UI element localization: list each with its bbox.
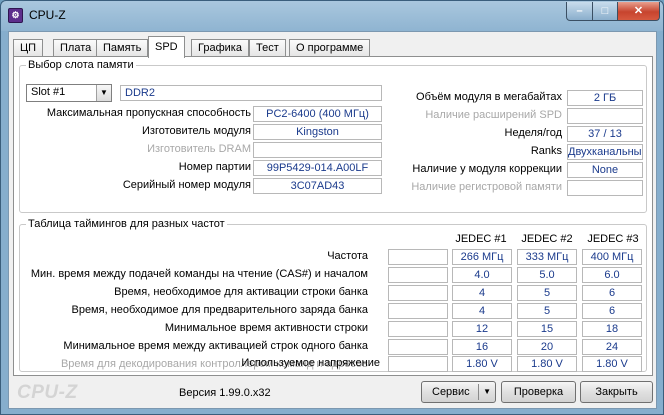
timing-cell: 20 <box>517 339 577 355</box>
voltage-cell: 1.80 V <box>452 356 512 372</box>
timing-cell: 15 <box>517 321 577 337</box>
timings-group: Таблица таймингов для разных частот JEDE… <box>19 218 647 372</box>
timing-blank-cell <box>388 267 448 283</box>
max-bandwidth-value: PC2-6400 (400 МГц) <box>253 106 382 122</box>
timing-blank-cell <box>388 321 448 337</box>
slot-select[interactable]: Slot #1 ▼ <box>26 84 112 102</box>
jedec-column-header: JEDEC #1 <box>455 233 507 245</box>
maximize-button[interactable]: □ <box>592 2 618 21</box>
voltage-cell: 1.80 V <box>517 356 577 372</box>
footer-bar: CPU-Z Версия 1.99.0.x32 Сервис ▼ Проверк… <box>9 378 656 408</box>
timing-row-label: Минимальное время активности строки <box>164 322 368 334</box>
slot-select-value: Slot #1 <box>31 86 66 98</box>
minimize-button[interactable]: – <box>566 2 593 21</box>
cpuz-window: ⚙ CPU-Z – □ ✕ ЦП Плата Память SPD График… <box>0 0 664 415</box>
chevron-down-icon[interactable]: ▼ <box>96 85 111 101</box>
registered-value <box>567 180 643 196</box>
timing-cell: 12 <box>452 321 512 337</box>
cpuz-brand-logo: CPU-Z <box>17 382 78 403</box>
serial-number-value: 3C07AD43 <box>253 178 382 194</box>
timing-cell: 6 <box>582 303 642 319</box>
jedec-column-header: JEDEC #3 <box>587 233 639 245</box>
timing-cell: 5.0 <box>517 267 577 283</box>
chevron-down-icon[interactable]: ▼ <box>483 382 491 402</box>
split-divider <box>478 384 479 400</box>
client-area: ЦП Плата Память SPD Графика Тест О прогр… <box>8 31 657 409</box>
field-label: Изготовитель модуля <box>142 125 251 137</box>
timing-row-label: Время, необходимое для активации строки … <box>114 286 368 298</box>
field-label: Серийный номер модуля <box>122 179 251 191</box>
field-label: Объём модуля в мегабайтах <box>416 91 562 103</box>
timing-cell: 4.0 <box>452 267 512 283</box>
field-label: Ranks <box>530 145 562 157</box>
timing-blank-cell <box>388 339 448 355</box>
module-size-value: 2 ГБ <box>567 90 643 106</box>
timing-cell: 16 <box>452 339 512 355</box>
dram-manufacturer-value <box>253 142 382 158</box>
tab-memory[interactable]: Память <box>96 39 149 57</box>
timing-row-label: Минимальное время между активацией строк… <box>63 340 368 352</box>
timing-blank-cell <box>388 249 448 265</box>
timing-cell: 24 <box>582 339 642 355</box>
part-number-value: 99P5429-014.A00LF <box>253 160 382 176</box>
timing-blank-cell <box>388 303 448 319</box>
timing-row-label: Частота <box>327 250 368 262</box>
service-button[interactable]: Сервис ▼ <box>421 381 496 403</box>
tab-bench[interactable]: Тест <box>249 39 286 57</box>
timing-cell: 5 <box>517 303 577 319</box>
timing-cell: 4 <box>452 285 512 301</box>
timing-cell: 266 МГц <box>452 249 512 265</box>
close-window-button[interactable]: ✕ <box>617 2 660 21</box>
field-label: Наличие у модуля коррекции <box>412 163 562 175</box>
timing-cell: 5 <box>517 285 577 301</box>
timing-cell: 6 <box>582 285 642 301</box>
field-label: Наличие регистровой памяти <box>411 181 562 193</box>
timing-row-label: Время, необходимое для предварительного … <box>71 304 368 316</box>
title-bar[interactable]: ⚙ CPU-Z – □ ✕ <box>1 1 663 31</box>
timing-blank-cell <box>388 285 448 301</box>
window-title: CPU-Z <box>29 8 66 22</box>
tab-about[interactable]: О программе <box>289 39 371 57</box>
ranks-value: Двухканальный <box>567 144 643 160</box>
tab-cpu[interactable]: ЦП <box>13 39 44 57</box>
service-button-label: Сервис <box>432 386 470 398</box>
tab-mainboard[interactable]: Плата <box>53 39 99 57</box>
timing-row-label: Используемое напряжение <box>241 357 380 369</box>
timings-group-title: Таблица таймингов для разных частот <box>26 218 227 230</box>
field-label: Неделя/год <box>504 127 563 139</box>
cpuz-app-icon[interactable]: ⚙ <box>8 8 23 23</box>
slot-group-title: Выбор слота памяти <box>26 59 136 71</box>
validate-button[interactable]: Проверка <box>501 381 576 403</box>
field-label: Наличие расширений SPD <box>425 109 562 121</box>
spd-ext-value <box>567 108 643 124</box>
version-label: Версия 1.99.0.x32 <box>179 387 271 399</box>
voltage-cell: 1.80 V <box>582 356 642 372</box>
field-label: Изготовитель DRAM <box>147 143 251 155</box>
timing-cell: 18 <box>582 321 642 337</box>
timing-blank-cell <box>388 356 448 372</box>
timing-cell: 400 МГц <box>582 249 642 265</box>
module-manufacturer-value: Kingston <box>253 124 382 140</box>
timing-cell: 6.0 <box>582 267 642 283</box>
slot-group: Выбор слота памяти Slot #1 ▼ DDR2 Максим… <box>19 59 647 213</box>
field-label: Максимальная пропускная способность <box>46 107 251 119</box>
jedec-column-header: JEDEC #2 <box>521 233 573 245</box>
memory-type-value: DDR2 <box>120 85 382 101</box>
timing-row-label: Мин. время между подачей команды на чтен… <box>30 268 368 280</box>
timing-cell: 4 <box>452 303 512 319</box>
field-label: Номер партии <box>178 161 251 173</box>
week-year-value: 37 / 13 <box>567 126 643 142</box>
tab-spd[interactable]: SPD <box>148 36 185 58</box>
correction-value: None <box>567 162 643 178</box>
tab-graphics[interactable]: Графика <box>191 39 249 57</box>
spd-panel: Выбор слота памяти Slot #1 ▼ DDR2 Максим… <box>13 56 653 376</box>
close-button[interactable]: Закрыть <box>580 381 653 403</box>
timing-cell: 333 МГц <box>517 249 577 265</box>
